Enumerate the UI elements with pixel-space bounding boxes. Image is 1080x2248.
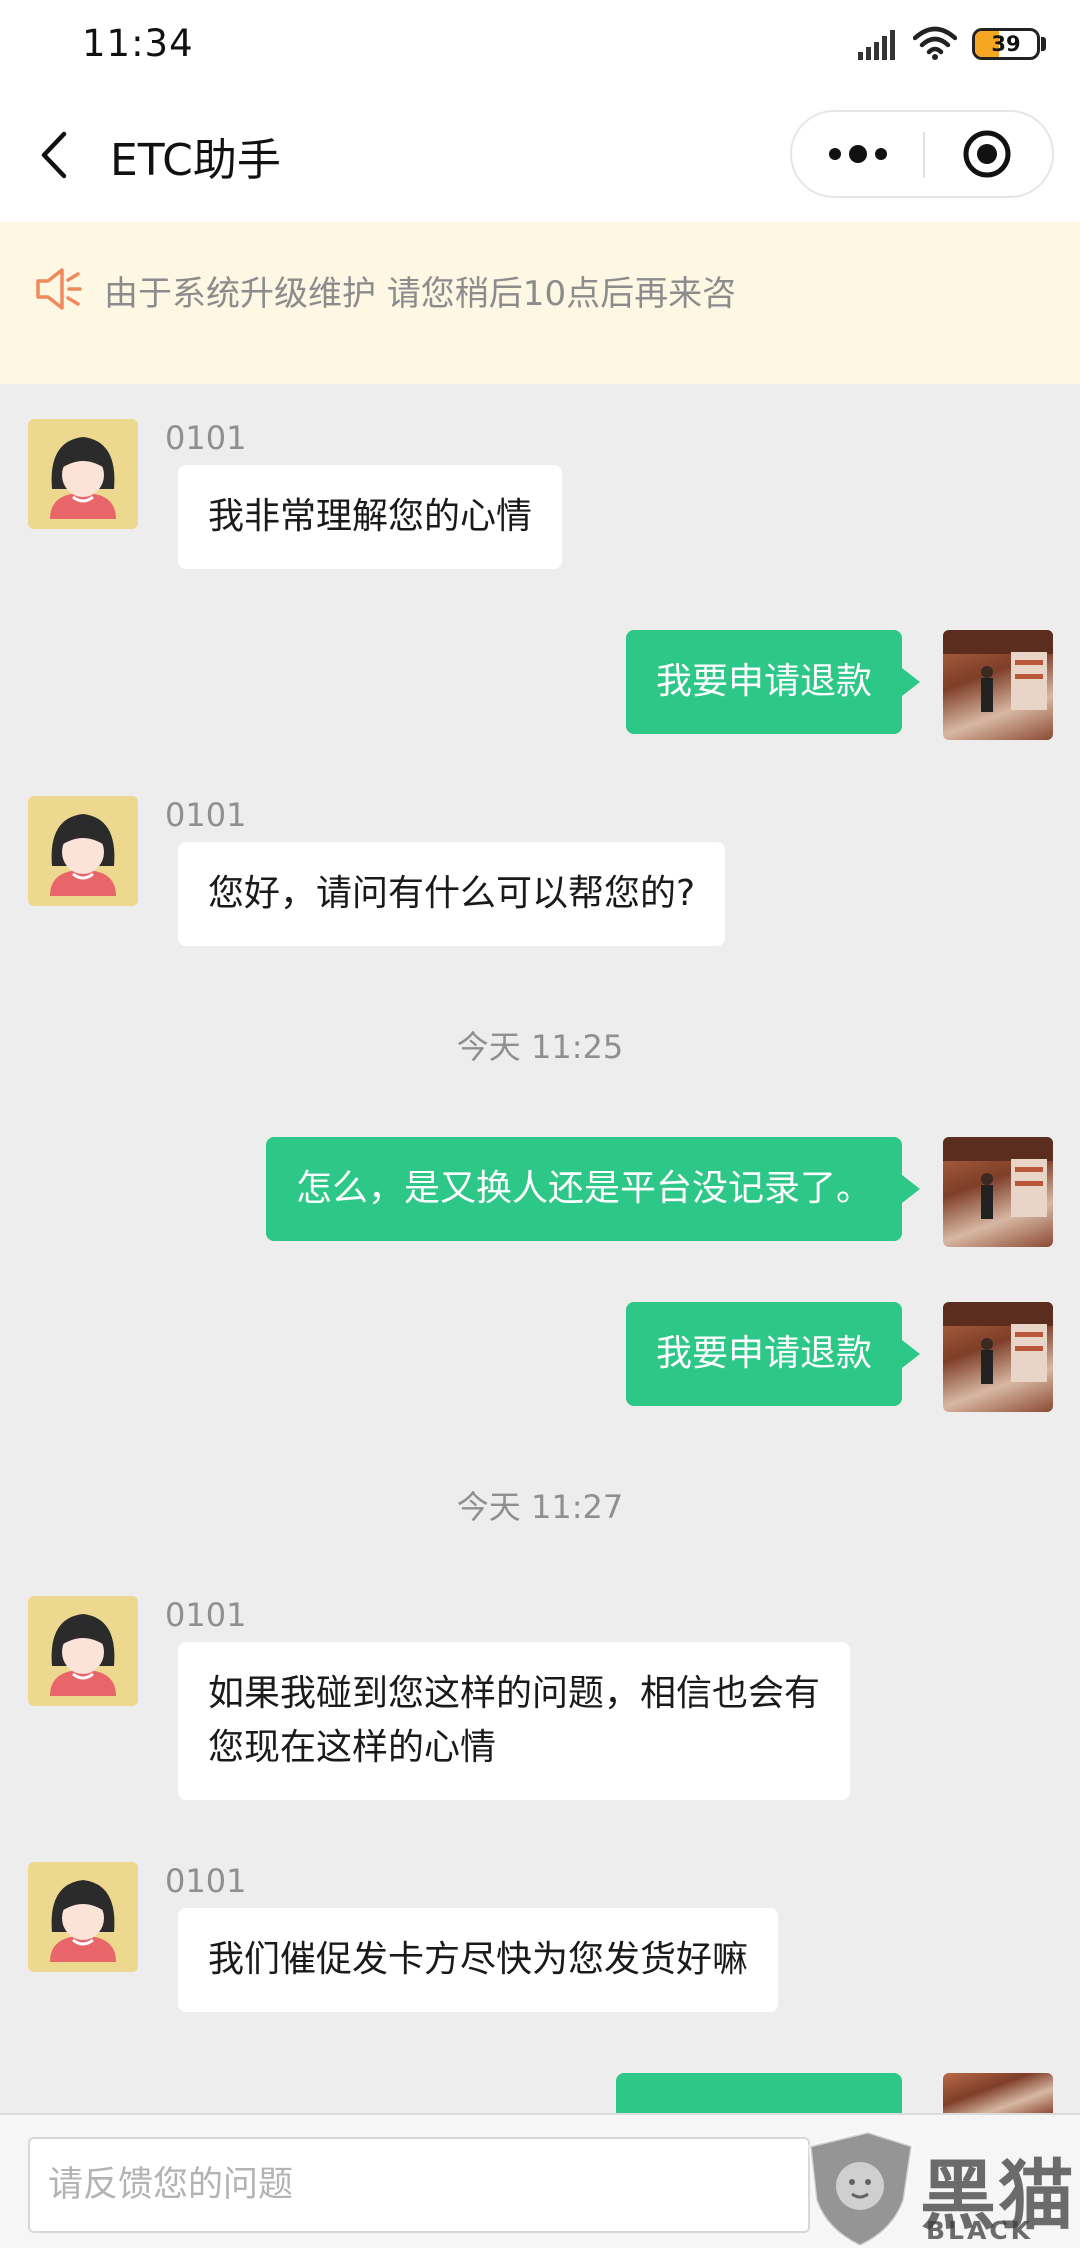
message-bubble-user[interactable]: 我要申请退款: [625, 630, 921, 734]
status-bar: 11:34 39: [0, 0, 1080, 90]
message-bubble-agent[interactable]: 您好，请问有什么可以帮您的?: [178, 842, 726, 946]
agent-avatar[interactable]: [28, 419, 138, 529]
message-bubble-agent[interactable]: 我们催促发卡方尽快为您发货好嘛: [178, 1908, 779, 2012]
notice-text: 由于系统升级维护 请您稍后10点后再来咨: [104, 274, 737, 314]
user-avatar-photo: [943, 1137, 1053, 1219]
sender-name: 0101: [165, 1596, 247, 1634]
more-icon[interactable]: [792, 112, 922, 196]
agent-avatar-icon: [50, 1614, 116, 1696]
agent-avatar-icon: [50, 1880, 116, 1962]
user-avatar-photo: [943, 630, 1053, 712]
agent-avatar[interactable]: [28, 796, 138, 906]
battery-tip: [1041, 37, 1046, 51]
back-icon[interactable]: [30, 120, 86, 190]
speaker-icon: [36, 268, 82, 310]
sender-name: 0101: [165, 796, 247, 834]
feedback-input[interactable]: [28, 2137, 810, 2233]
user-avatar[interactable]: [943, 630, 1053, 740]
user-avatar[interactable]: [943, 1302, 1053, 1412]
message-bubble-agent[interactable]: 如果我碰到您这样的问题，相信也会有 您现在这样的心情: [178, 1642, 851, 1800]
mini-program-capsule: [790, 110, 1054, 198]
signal-icon: [858, 30, 895, 60]
sender-name: 0101: [165, 1862, 247, 1900]
battery-icon: 39: [972, 28, 1040, 60]
page-title: ETC助手: [110, 135, 281, 186]
status-time: 11:34: [82, 22, 194, 65]
agent-avatar-icon: [50, 437, 116, 519]
watermark-subtext: BLACK CAT: [926, 2216, 1034, 2248]
message-bubble-user[interactable]: 我要申请退款: [625, 1302, 921, 1406]
user-avatar[interactable]: [943, 2073, 1053, 2113]
chat-timestamp: 今天 11:27: [456, 1488, 624, 1526]
agent-avatar[interactable]: [28, 1596, 138, 1706]
message-bubble-agent[interactable]: 我非常理解您的心情: [178, 465, 563, 569]
chat-timestamp: 今天 11:25: [456, 1028, 624, 1066]
close-mini-program-icon[interactable]: [927, 112, 1052, 196]
user-avatar-photo: [943, 1302, 1053, 1384]
message-bubble-user-partial[interactable]: [616, 2073, 902, 2113]
user-avatar[interactable]: [943, 1137, 1053, 1247]
agent-avatar-icon: [50, 814, 116, 896]
sender-name: 0101: [165, 419, 247, 457]
capsule-divider: [923, 132, 925, 178]
nav-bar: ETC助手: [0, 90, 1080, 222]
wifi-icon: [913, 26, 957, 60]
battery-level: 39: [991, 32, 1021, 56]
agent-avatar[interactable]: [28, 1862, 138, 1972]
message-bubble-user[interactable]: 怎么，是又换人还是平台没记录了。: [265, 1137, 921, 1241]
